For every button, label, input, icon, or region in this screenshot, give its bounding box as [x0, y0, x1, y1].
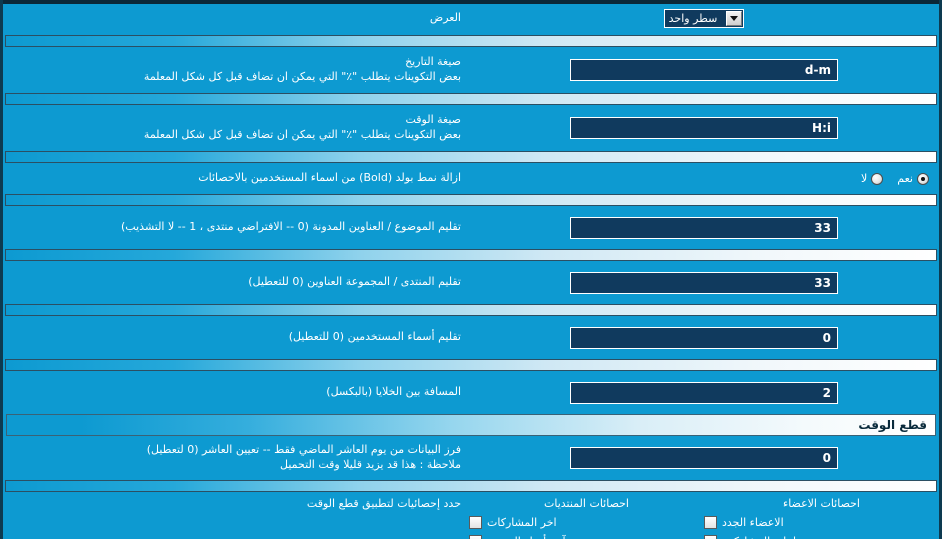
chevron-down-icon[interactable] — [726, 11, 743, 26]
time-format-label: صيغة الوقت — [405, 113, 461, 127]
trim-forum-titles-row: تقليم المنتدى / المجموعة العناوين (0 للت… — [3, 263, 939, 302]
separator-3 — [3, 149, 939, 165]
remove-bold-row: نعم لا ازالة نمط بولد (Bold) من اسماء ال… — [3, 165, 939, 192]
separator-1 — [3, 33, 939, 49]
separator-2 — [3, 91, 939, 107]
remove-bold-yes-label: نعم — [897, 172, 913, 185]
stats-column-forums-heading: احصائات المنتديات — [544, 497, 629, 510]
date-format-row: صيغة التاريخ بعض التكوينات يتطلب "٪" الت… — [3, 49, 939, 91]
timecut-days-hint: ملاحظة : هذا قد يزيد قليلا وقت التحميل — [280, 458, 461, 471]
list-item[interactable]: آخر أخبار المنتدى — [469, 532, 566, 539]
display-label-cell: العرض — [3, 11, 469, 26]
list-item[interactable]: اخر المشاركات — [469, 513, 557, 532]
timecut-stats-label: حدد إحصائيات لتطبيق قطع الوقت — [306, 497, 461, 510]
timecut-section-title: قطع الوقت — [858, 418, 927, 432]
display-label: العرض — [429, 11, 461, 25]
remove-bold-label: ازالة نمط بولد (Bold) من اسماء المستخدمي… — [198, 171, 461, 185]
trim-usernames-label-cell: تقليم أسماء المستخدمين (0 للتعطيل) — [3, 330, 469, 345]
checkbox-icon[interactable] — [704, 516, 717, 529]
stats-column-members-heading: احصائات الاعضاء — [783, 497, 860, 510]
checkbox-icon[interactable] — [704, 535, 717, 539]
timecut-stats-columns: احصائات الاعضاء الاعضاء الجدد اعلى المشا… — [469, 497, 939, 539]
checkbox-icon[interactable] — [469, 535, 482, 539]
list-item[interactable]: اعلى المشاركين — [704, 532, 796, 539]
remove-bold-label-cell: ازالة نمط بولد (Bold) من اسماء المستخدمي… — [3, 171, 469, 186]
radio-unselected-icon[interactable] — [871, 172, 884, 185]
timecut-days-input[interactable] — [570, 447, 838, 469]
checkbox-icon[interactable] — [469, 516, 482, 529]
separator-7 — [3, 357, 939, 373]
trim-forum-titles-label-cell: تقليم المنتدى / المجموعة العناوين (0 للت… — [3, 275, 469, 290]
cell-spacing-input-cell — [469, 381, 939, 404]
time-format-row: صيغة الوقت بعض التكوينات يتطلب "٪" التي … — [3, 107, 939, 149]
checkbox-label: آخر أخبار المنتدى — [487, 535, 566, 539]
time-format-input-cell — [469, 117, 939, 139]
separator-5 — [3, 247, 939, 263]
display-select-cell: سطر واحد — [469, 9, 939, 28]
cell-spacing-label-cell: المسافة بين الخلايا (بالبكسل) — [3, 385, 469, 400]
trim-thread-titles-input-cell — [469, 216, 939, 239]
date-format-label-cell: صيغة التاريخ بعض التكوينات يتطلب "٪" الت… — [3, 55, 469, 85]
checkbox-label: الاعضاء الجدد — [722, 516, 784, 529]
display-select[interactable]: سطر واحد — [663, 9, 745, 28]
timecut-days-input-cell — [469, 447, 939, 469]
remove-bold-yes[interactable]: نعم — [897, 172, 929, 185]
timecut-stats-row: احصائات الاعضاء الاعضاء الجدد اعلى المشا… — [3, 494, 939, 539]
timecut-section-header: قطع الوقت — [3, 412, 939, 438]
checkbox-label: اعلى المشاركين — [722, 535, 796, 539]
date-format-input-cell — [469, 59, 939, 81]
list-item[interactable]: الاعضاء الجدد — [704, 513, 784, 532]
separator-6 — [3, 302, 939, 318]
trim-forum-titles-input-cell — [469, 271, 939, 294]
settings-page: سطر واحد العرض صيغة التاريخ بعض التكوينا… — [0, 0, 942, 539]
cell-spacing-label: المسافة بين الخلايا (بالبكسل) — [326, 385, 461, 399]
remove-bold-no[interactable]: لا — [861, 172, 884, 185]
trim-usernames-input-cell — [469, 326, 939, 349]
trim-thread-titles-label-cell: تقليم الموضوع / العناوين المدونة (0 -- ا… — [3, 220, 469, 235]
separator-8 — [3, 478, 939, 494]
cell-spacing-row: المسافة بين الخلايا (بالبكسل) — [3, 373, 939, 412]
remove-bold-radio-cell: نعم لا — [469, 172, 939, 185]
display-row: سطر واحد العرض — [3, 4, 939, 33]
trim-thread-titles-label: تقليم الموضوع / العناوين المدونة (0 -- ا… — [121, 220, 461, 234]
timecut-days-label: فرز البيانات من يوم العاشر الماضي فقط --… — [146, 443, 461, 457]
checkbox-label: اخر المشاركات — [487, 516, 557, 529]
trim-thread-titles-row: تقليم الموضوع / العناوين المدونة (0 -- ا… — [3, 208, 939, 247]
trim-forum-titles-label: تقليم المنتدى / المجموعة العناوين (0 للت… — [248, 275, 461, 289]
stats-column-forums: احصائات المنتديات اخر المشاركات آخر أخبا… — [469, 497, 704, 539]
time-format-label-cell: صيغة الوقت بعض التكوينات يتطلب "٪" التي … — [3, 113, 469, 143]
timecut-days-label-cell: فرز البيانات من يوم العاشر الماضي فقط --… — [3, 443, 469, 473]
trim-forum-titles-input[interactable] — [570, 271, 838, 294]
date-format-label: صيغة التاريخ — [405, 55, 461, 69]
time-format-input[interactable] — [570, 117, 838, 139]
timecut-days-row: فرز البيانات من يوم العاشر الماضي فقط --… — [3, 438, 939, 478]
date-format-hint: بعض التكوينات يتطلب "٪" التي يمكن ان تضا… — [143, 70, 461, 83]
date-format-input[interactable] — [570, 59, 838, 81]
separator-4 — [3, 192, 939, 208]
time-format-hint: بعض التكوينات يتطلب "٪" التي يمكن ان تضا… — [143, 128, 461, 141]
remove-bold-no-label: لا — [861, 172, 868, 185]
radio-selected-icon[interactable] — [917, 172, 929, 185]
trim-usernames-label: تقليم أسماء المستخدمين (0 للتعطيل) — [288, 330, 461, 344]
trim-thread-titles-input[interactable] — [570, 216, 838, 239]
trim-usernames-input[interactable] — [570, 326, 838, 349]
display-select-value: سطر واحد — [668, 12, 718, 25]
trim-usernames-row: تقليم أسماء المستخدمين (0 للتعطيل) — [3, 318, 939, 357]
stats-column-members: احصائات الاعضاء الاعضاء الجدد اعلى المشا… — [704, 497, 939, 539]
cell-spacing-input[interactable] — [570, 381, 838, 404]
